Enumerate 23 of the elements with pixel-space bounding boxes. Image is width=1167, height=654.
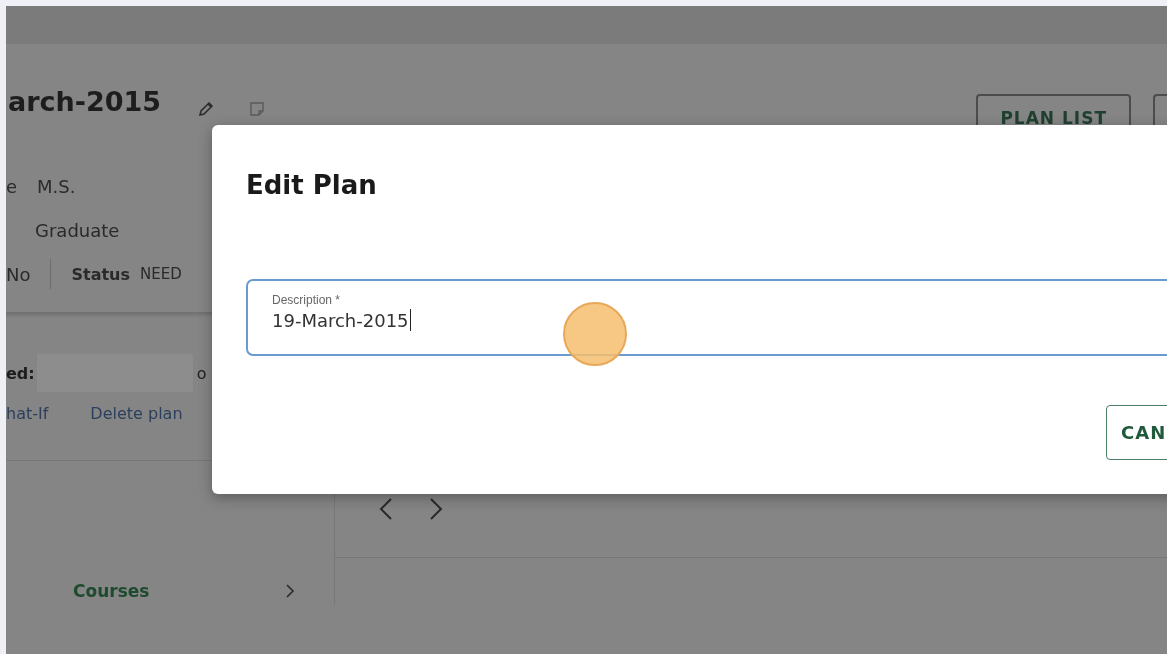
- saved-text: o: [196, 363, 207, 383]
- chevron-right-icon: [285, 583, 295, 599]
- sidebar-item[interactable]: Courses: [73, 579, 295, 603]
- degree-value: M.S.: [37, 175, 76, 197]
- field-label: Description *: [272, 293, 342, 307]
- page-title: arch-2015: [8, 86, 162, 118]
- status-value: NEED: [140, 265, 182, 283]
- level-value: Graduate: [35, 219, 120, 241]
- dialog-title: Edit Plan: [246, 169, 378, 201]
- field-value: 19-March-2015: [272, 309, 409, 331]
- what-if-link[interactable]: hat-If: [6, 404, 49, 423]
- pencil-icon[interactable]: [197, 100, 216, 118]
- chevron-right-icon[interactable]: [429, 497, 443, 521]
- click-highlight-icon: [563, 302, 627, 366]
- chevron-left-icon[interactable]: [379, 497, 393, 521]
- cancel-button[interactable]: CAN: [1106, 405, 1167, 460]
- degree-label: e: [6, 175, 18, 197]
- flag-value: No: [6, 263, 31, 285]
- delete-plan-link[interactable]: Delete plan: [90, 404, 183, 423]
- text-caret-icon: [409, 309, 411, 331]
- status-label: Status: [71, 264, 130, 284]
- saved-label: ed:: [6, 363, 35, 383]
- description-field[interactable]: Description * 19-March-2015: [246, 279, 1167, 356]
